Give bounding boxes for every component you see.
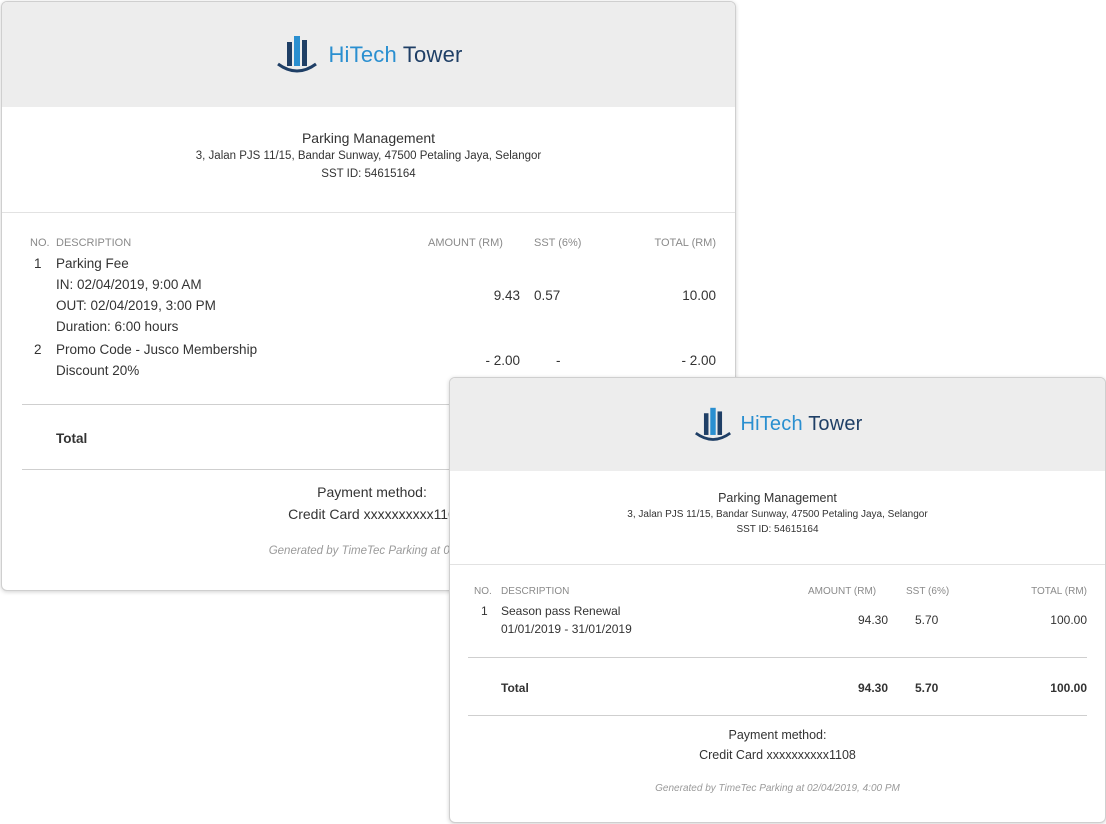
total-total: 100.00 — [1050, 681, 1087, 695]
total-label: Total — [56, 431, 88, 446]
item-title: Promo Code - Jusco Membership — [56, 342, 258, 357]
item-detail: OUT: 02/04/2019, 3:00 PM — [56, 298, 216, 313]
brand-name: HiTech Tower — [328, 41, 463, 67]
item-total: 100.00 — [1050, 613, 1087, 627]
building-logo-icon — [695, 407, 732, 441]
item-title: Season pass Renewal — [501, 604, 621, 618]
brand-name: HiTech Tower — [740, 413, 863, 435]
item-no: 1 — [34, 256, 42, 271]
logo: HiTech Tower — [274, 34, 462, 76]
col-sst-header: SST (6%) — [534, 237, 582, 249]
item-detail: 01/01/2019 - 31/01/2019 — [501, 622, 632, 636]
item-title: Parking Fee — [56, 256, 129, 271]
receipt-header: HiTech Tower — [2, 2, 735, 107]
company-address: 3, Jalan PJS 11/15, Bandar Sunway, 47500… — [195, 149, 542, 162]
col-total-header: TOTAL (RM) — [654, 237, 716, 249]
divider — [468, 657, 1087, 658]
payment-method-label: Payment method: — [728, 728, 827, 742]
col-no-header: NO. — [30, 237, 50, 249]
item-total: - 2.00 — [681, 353, 716, 368]
col-total-header: TOTAL (RM) — [1031, 586, 1087, 597]
company-sst-id: SST ID: 54615164 — [321, 167, 416, 180]
col-description-header: DESCRIPTION — [56, 237, 132, 249]
payment-method-value: Credit Card xxxxxxxxxx1108 — [699, 748, 856, 762]
company-name: Parking Management — [718, 491, 837, 505]
item-no: 2 — [34, 342, 42, 357]
total-sst: 5.70 — [915, 681, 939, 695]
col-no-header: NO. — [474, 586, 492, 597]
generated-note: Generated by TimeTec Parking at 02/04/20… — [655, 783, 900, 794]
item-amount: - 2.00 — [485, 353, 520, 368]
total-label: Total — [501, 681, 529, 695]
item-total: 10.00 — [682, 288, 716, 303]
item-detail: Duration: 6:00 hours — [56, 319, 179, 334]
item-sst: 5.70 — [915, 613, 939, 627]
item-sst: - — [556, 353, 561, 368]
season-pass-receipt: HiTech Tower Parking Management 3, Jalan… — [449, 377, 1106, 823]
logo: HiTech Tower — [692, 406, 862, 444]
col-amount-header: AMOUNT (RM) — [428, 237, 503, 249]
total-amount: 94.30 — [857, 681, 888, 695]
item-no: 1 — [481, 604, 488, 618]
receipt-header: HiTech Tower — [450, 378, 1105, 471]
building-logo-icon — [277, 35, 318, 72]
item-sst: 0.57 — [534, 288, 561, 303]
item-detail: Discount 20% — [56, 363, 140, 378]
company-info: Parking Management 3, Jalan PJS 11/15, B… — [2, 107, 735, 213]
company-info: Parking Management 3, Jalan PJS 11/15, B… — [450, 471, 1105, 565]
col-sst-header: SST (6%) — [906, 586, 950, 597]
company-sst-id: SST ID: 54615164 — [736, 524, 819, 536]
item-detail: IN: 02/04/2019, 9:00 AM — [56, 277, 202, 292]
col-description-header: DESCRIPTION — [501, 586, 570, 597]
company-name: Parking Management — [301, 130, 436, 146]
divider — [468, 715, 1087, 716]
item-amount: 9.43 — [493, 288, 520, 303]
col-amount-header: AMOUNT (RM) — [808, 586, 877, 597]
item-amount: 94.30 — [857, 613, 888, 627]
company-address: 3, Jalan PJS 11/15, Bandar Sunway, 47500… — [627, 508, 928, 520]
